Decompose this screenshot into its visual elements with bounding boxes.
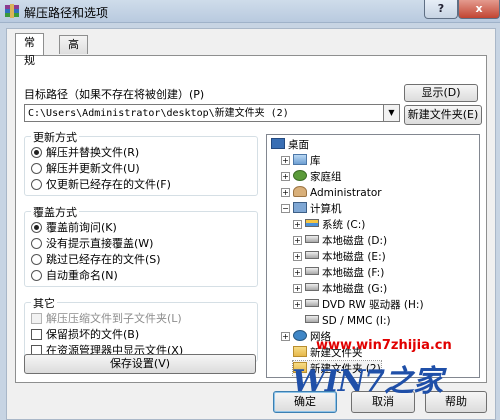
user-icon — [293, 186, 307, 197]
sd-card-icon — [305, 315, 319, 323]
expand-icon[interactable]: + — [281, 188, 290, 197]
collapse-icon[interactable]: − — [281, 204, 290, 213]
option-label: 自动重命名(N) — [46, 269, 118, 282]
overwrite-mode-group: 覆盖方式 覆盖前询问(K) 没有提示直接覆盖(W) 跳过已经存在的文件(S) 自… — [24, 204, 258, 287]
radio[interactable] — [31, 270, 42, 281]
option-label: 仅更新已经存在的文件(F) — [46, 178, 171, 191]
radio[interactable] — [31, 254, 42, 265]
new-folder-button[interactable]: 新建文件夹(E) — [404, 105, 482, 125]
tree-item-label: 本地磁盘 (E:) — [322, 251, 386, 263]
close-window-button[interactable]: x — [458, 0, 500, 19]
system-drive-icon — [305, 219, 319, 227]
tree-item-sd-i[interactable]: SD / MMC (I:) — [305, 313, 391, 329]
general-tab-panel: 目标路径（如果不存在将被创建）(P) 显示(D) C:\Users\Admini… — [15, 55, 487, 383]
expand-icon[interactable]: + — [293, 236, 302, 245]
computer-icon — [293, 202, 307, 213]
tree-item-label: Administrator — [310, 187, 382, 199]
expand-icon[interactable]: + — [281, 172, 290, 181]
tree-item-desktop[interactable]: 桌面 — [271, 137, 309, 153]
option-label: 解压并替换文件(R) — [46, 146, 140, 159]
expand-icon[interactable]: + — [281, 156, 290, 165]
chevron-down-icon: ▼ — [388, 108, 395, 117]
overwrite-mode-title: 覆盖方式 — [31, 204, 79, 220]
misc-group: 其它 解压压缩文件到子文件夹(L) 保留损坏的文件(B) 在资源管理器中显示文件… — [24, 295, 258, 362]
option-label: 覆盖前询问(K) — [46, 221, 117, 234]
save-settings-button[interactable]: 保存设置(V) — [24, 354, 256, 374]
drive-icon — [305, 267, 319, 275]
expand-icon[interactable]: + — [293, 220, 302, 229]
tab-general[interactable]: 常规 — [15, 33, 44, 67]
tree-item-library[interactable]: + 库 — [281, 153, 321, 169]
expand-icon[interactable]: + — [293, 300, 302, 309]
show-button[interactable]: 显示(D) — [404, 84, 478, 102]
path-dropdown-button[interactable]: ▼ — [384, 104, 400, 122]
watermark-logo: WIN7之家 — [292, 364, 443, 399]
expand-icon[interactable]: + — [293, 252, 302, 261]
option-label: 保留损坏的文件(B) — [46, 328, 140, 341]
update-option-replace[interactable]: 解压并替换文件(R) — [31, 145, 139, 161]
checkbox — [31, 313, 42, 324]
radio[interactable] — [31, 179, 42, 190]
option-label: 跳过已经存在的文件(S) — [46, 253, 161, 266]
expand-icon[interactable]: + — [293, 268, 302, 277]
tree-item-label: 本地磁盘 (F:) — [322, 267, 385, 279]
misc-title: 其它 — [31, 295, 57, 311]
radio[interactable] — [31, 238, 42, 249]
drive-icon — [305, 283, 319, 291]
tree-item-drive-f[interactable]: + 本地磁盘 (F:) — [293, 265, 384, 281]
overwrite-option-skip[interactable]: 跳过已经存在的文件(S) — [31, 252, 161, 268]
title-bar: 解压路径和选项 ? x — [0, 0, 500, 23]
tree-item-drive-d[interactable]: + 本地磁盘 (D:) — [293, 233, 387, 249]
drive-icon — [305, 251, 319, 259]
update-mode-group: 更新方式 解压并替换文件(R) 解压并更新文件(U) 仅更新已经存在的文件(F) — [24, 129, 258, 196]
option-label: 解压压缩文件到子文件夹(L) — [46, 312, 182, 325]
expand-icon[interactable]: + — [293, 284, 302, 293]
radio[interactable] — [31, 163, 42, 174]
tree-item-label: 本地磁盘 (D:) — [322, 235, 388, 247]
help-title-button[interactable]: ? — [424, 0, 458, 19]
tree-item-drive-g[interactable]: + 本地磁盘 (G:) — [293, 281, 387, 297]
tree-item-label: 系统 (C:) — [322, 219, 366, 231]
update-mode-title: 更新方式 — [31, 129, 79, 145]
tree-item-label: 家庭组 — [310, 171, 342, 183]
library-icon — [293, 154, 307, 165]
update-option-existing-only[interactable]: 仅更新已经存在的文件(F) — [31, 177, 171, 193]
site-watermark: www.win7zhijia.cn WIN7之家 — [288, 338, 478, 399]
tab-advanced[interactable]: 高级 — [59, 35, 88, 69]
tree-item-label: 桌面 — [288, 139, 309, 151]
winrar-app-icon — [5, 4, 19, 18]
window-title: 解压路径和选项 — [24, 6, 109, 20]
option-label: 没有提示直接覆盖(W) — [46, 237, 154, 250]
tree-item-administrator[interactable]: + Administrator — [281, 185, 382, 201]
tree-item-drive-e[interactable]: + 本地磁盘 (E:) — [293, 249, 386, 265]
misc-option-keep-broken[interactable]: 保留损坏的文件(B) — [31, 327, 139, 343]
tree-item-label: 本地磁盘 (G:) — [322, 283, 388, 295]
tree-item-label: DVD RW 驱动器 (H:) — [322, 299, 424, 311]
overwrite-option-rename[interactable]: 自动重命名(N) — [31, 268, 118, 284]
tree-item-homegroup[interactable]: + 家庭组 — [281, 169, 342, 185]
homegroup-icon — [293, 170, 307, 181]
watermark-url: www.win7zhijia.cn — [316, 338, 452, 353]
radio-selected[interactable] — [31, 147, 42, 158]
update-option-update[interactable]: 解压并更新文件(U) — [31, 161, 140, 177]
target-path-input[interactable]: C:\Users\Administrator\desktop\新建文件夹 (2) — [24, 104, 384, 122]
drive-icon — [305, 235, 319, 243]
tree-item-label: 计算机 — [310, 203, 342, 215]
tree-item-computer[interactable]: − 计算机 — [281, 201, 342, 217]
checkbox[interactable] — [31, 329, 42, 340]
radio-selected[interactable] — [31, 222, 42, 233]
tree-item-label: 库 — [310, 155, 321, 167]
dvd-drive-icon — [305, 299, 319, 307]
option-label: 解压并更新文件(U) — [46, 162, 140, 175]
desktop-icon — [271, 138, 285, 149]
tree-item-drive-c[interactable]: + 系统 (C:) — [293, 217, 365, 233]
overwrite-option-ask[interactable]: 覆盖前询问(K) — [31, 220, 117, 236]
overwrite-option-overwrite[interactable]: 没有提示直接覆盖(W) — [31, 236, 153, 252]
tree-item-label: SD / MMC (I:) — [322, 315, 391, 327]
target-path-label: 目标路径（如果不存在将被创建）(P) — [24, 88, 205, 101]
misc-option-subfolder: 解压压缩文件到子文件夹(L) — [31, 311, 182, 327]
tree-item-dvd-h[interactable]: + DVD RW 驱动器 (H:) — [293, 297, 424, 313]
